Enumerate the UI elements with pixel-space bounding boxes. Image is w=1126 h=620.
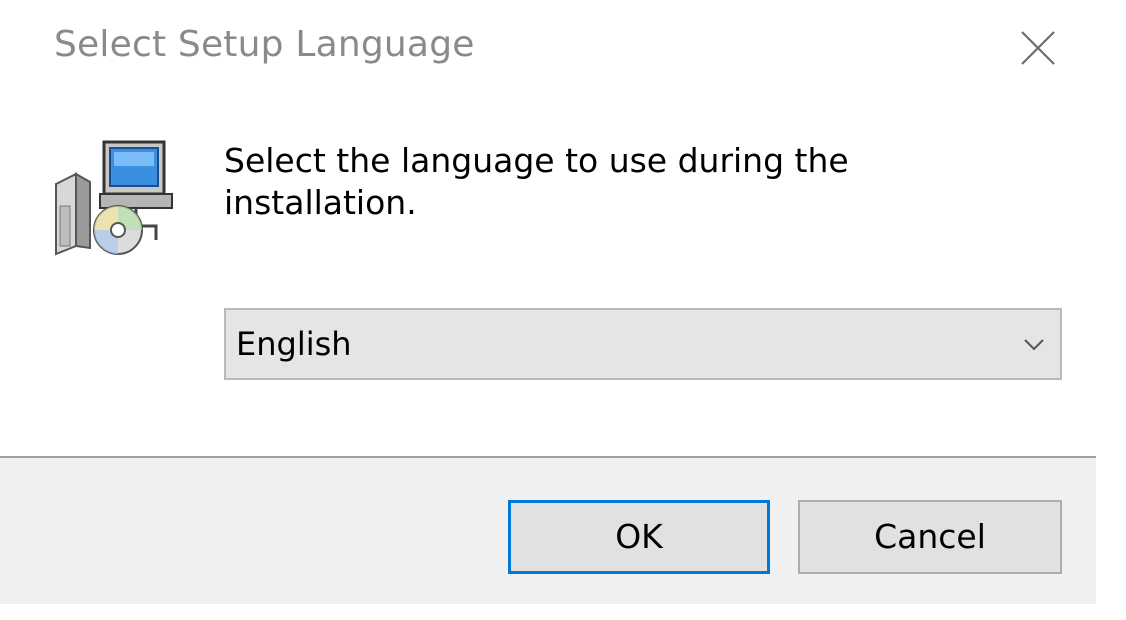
close-button[interactable] xyxy=(1016,26,1060,70)
instruction-text: Select the language to use during the in… xyxy=(224,141,849,222)
button-bar: OK Cancel xyxy=(0,458,1096,604)
dialog-title: Select Setup Language xyxy=(54,24,475,65)
setup-language-dialog: Select Setup Language Select the languag… xyxy=(0,0,1126,620)
chevron-down-icon xyxy=(1024,339,1044,351)
title-bar: Select Setup Language xyxy=(0,0,1126,100)
close-icon xyxy=(1021,31,1055,65)
ok-button[interactable]: OK xyxy=(508,500,770,574)
cancel-button[interactable]: Cancel xyxy=(798,500,1062,574)
language-dropdown-value: English xyxy=(236,325,352,363)
setup-installer-icon xyxy=(46,136,174,256)
language-dropdown[interactable]: English xyxy=(224,308,1062,380)
dialog-content: Select the language to use during the in… xyxy=(0,100,1126,456)
